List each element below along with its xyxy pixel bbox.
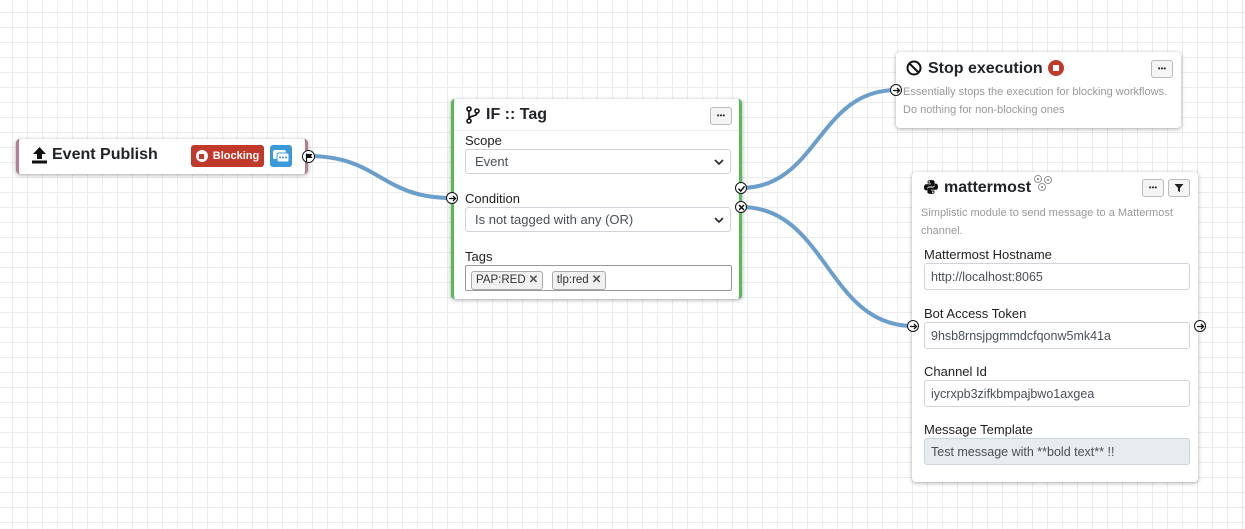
tag-chip-label: tlp:red — [556, 274, 589, 286]
stop-execution-node[interactable]: Stop execution ••• Essentially stops the… — [896, 52, 1181, 128]
blocking-badge-label: Blocking — [212, 150, 260, 162]
mattermost-description-line2: channel. — [921, 225, 963, 237]
chat-icon[interactable] — [270, 145, 292, 167]
if-tag-node[interactable]: IF :: Tag ••• Scope Event Condition Is n… — [451, 99, 742, 299]
channel-label: Channel Id — [924, 364, 987, 379]
if-tag-true-output-port[interactable] — [735, 182, 747, 194]
scope-select-value: Event — [475, 154, 509, 169]
if-tag-input-port[interactable] — [446, 192, 458, 204]
wire-if-true-to-stop — [740, 88, 897, 190]
stop-execution-options-button[interactable]: ••• — [1151, 60, 1173, 78]
stop-execution-description-line1: Essentially stops the execution for bloc… — [903, 86, 1168, 98]
event-publish-node[interactable]: Event Publish Blocking — [16, 139, 308, 174]
condition-select-value: Is not tagged with any (OR) — [475, 212, 634, 227]
condition-label: Condition — [465, 191, 520, 206]
event-publish-title: Event Publish — [52, 146, 158, 163]
remove-tag-icon[interactable]: ✕ — [529, 274, 539, 286]
token-label: Bot Access Token — [924, 306, 1027, 321]
scope-select[interactable]: Event — [465, 149, 731, 174]
branch-icon — [466, 106, 480, 124]
if-tag-false-output-port[interactable] — [735, 201, 747, 213]
template-label: Message Template — [924, 422, 1033, 437]
tags-label: Tags — [465, 249, 493, 264]
if-tag-title: IF :: Tag — [486, 106, 548, 123]
channel-input[interactable]: iycrxpb3zifkbmpajbwo1axgea — [924, 380, 1190, 407]
token-input[interactable]: 9hsb8rnsjpgmmdcfqonw5mk41a — [924, 322, 1190, 349]
stop-execution-description-line2: Do nothing for non-blocking ones — [903, 104, 1065, 116]
filter-icon — [1174, 184, 1184, 192]
if-tag-header-divider — [454, 130, 739, 131]
event-publish-output-port[interactable] — [302, 150, 315, 163]
if-tag-options-button[interactable]: ••• — [710, 107, 732, 125]
chevron-down-icon — [714, 217, 724, 224]
mattermost-options-button[interactable]: ••• — [1142, 179, 1164, 197]
tag-chip-label: PAP:RED — [476, 274, 526, 286]
tag-chip[interactable]: tlp:red ✕ — [551, 271, 607, 290]
hostname-input[interactable]: http://localhost:8065 — [924, 263, 1190, 290]
template-input[interactable]: Test message with **bold text** !! — [924, 438, 1190, 465]
mattermost-description-line1: Simplistic module to send message to a M… — [921, 207, 1173, 219]
chevron-down-icon — [714, 159, 724, 166]
scope-label: Scope — [465, 133, 502, 148]
stop-execution-input-port[interactable] — [890, 84, 902, 96]
wire-if-false-to-mattermost — [740, 205, 914, 328]
tag-chip[interactable]: PAP:RED ✕ — [471, 271, 544, 290]
remove-tag-icon[interactable]: ✕ — [592, 274, 602, 286]
condition-select[interactable]: Is not tagged with any (OR) — [465, 207, 731, 232]
blocking-badge: Blocking — [191, 145, 264, 167]
hostname-label: Mattermost Hostname — [924, 247, 1052, 262]
tags-input[interactable]: PAP:RED ✕ tlp:red ✕ — [465, 265, 732, 291]
upload-icon — [31, 146, 48, 164]
mattermost-node[interactable]: mattermost ••• Simplistic module to send… — [912, 172, 1198, 482]
stop-execution-title: Stop execution — [928, 60, 1043, 77]
ban-icon — [906, 60, 922, 76]
stop-icon — [1048, 60, 1064, 76]
mattermost-input-port[interactable] — [907, 320, 919, 332]
mattermost-output-port[interactable] — [1194, 320, 1206, 332]
mattermost-filter-button[interactable] — [1168, 179, 1190, 197]
python-icon — [923, 179, 939, 195]
stop-icon — [195, 150, 208, 162]
mattermost-title: mattermost — [944, 179, 1032, 196]
wire-publish-to-if — [307, 154, 453, 200]
cogs-icon — [1032, 174, 1056, 194]
